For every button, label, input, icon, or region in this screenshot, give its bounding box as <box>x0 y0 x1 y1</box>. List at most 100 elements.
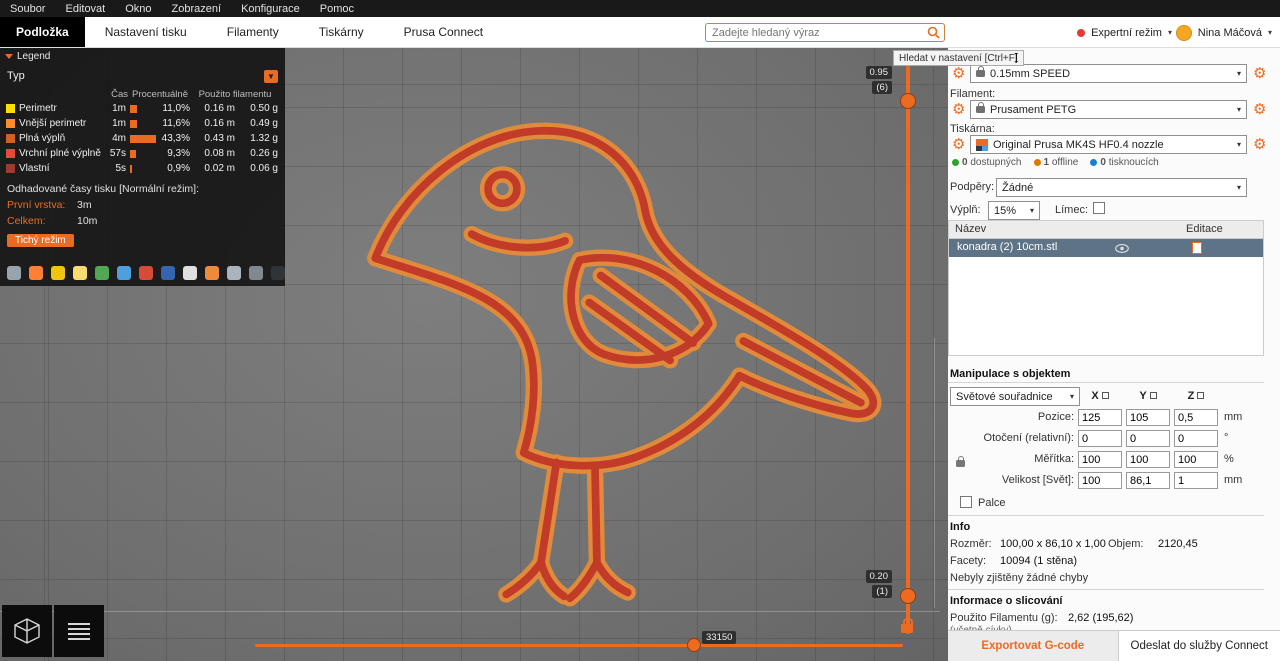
legend-header[interactable]: Legend <box>0 48 285 63</box>
position-z-input[interactable] <box>1174 409 1218 426</box>
lock-icon <box>976 66 985 77</box>
tool-marker-icon[interactable] <box>205 266 219 280</box>
supports-select[interactable]: Žádné ▾ <box>996 178 1247 197</box>
menu-pomoc[interactable]: Pomoc <box>310 3 364 15</box>
user-menu[interactable]: Nina Máčová ▾ <box>1175 17 1272 48</box>
chevron-down-icon: ▾ <box>1167 28 1172 37</box>
filament-edit-gear-icon[interactable]: ⚙ <box>1253 102 1266 117</box>
type-label: Typ <box>7 70 25 82</box>
color-changes-icon[interactable] <box>117 266 131 280</box>
editor-view-button[interactable] <box>2 605 52 657</box>
size-label: Velikost [Svět]: <box>1001 474 1074 486</box>
size-y-input[interactable] <box>1126 472 1170 489</box>
menu-konfigurace[interactable]: Konfigurace <box>231 3 310 15</box>
wipe-icon[interactable] <box>29 266 43 280</box>
preview-options-bar <box>7 266 285 280</box>
seams-icon[interactable] <box>95 266 109 280</box>
size-x-input[interactable] <box>1078 472 1122 489</box>
silent-mode-toggle[interactable]: Tichý režim <box>7 234 74 247</box>
edit-gcode-icon[interactable] <box>1192 242 1202 254</box>
legend-row[interactable]: Vlastní 5s 0,9% 0.02 m 0.06 g <box>6 161 279 176</box>
feature-color-swatch <box>6 104 15 113</box>
infill-label: Výplň: <box>950 204 981 216</box>
print-profile-select[interactable]: 0.15mm SPEED ▾ <box>970 64 1247 83</box>
print-time-estimates: Odhadované časy tisku [Normální režim]: … <box>0 176 285 227</box>
filament-gear-icon[interactable]: ⚙ <box>952 102 965 117</box>
axis-copy-icon[interactable] <box>1101 392 1109 399</box>
tab-filamenty[interactable]: Filamenty <box>207 17 299 47</box>
search-tooltip: Hledat v nastavení [Ctrl+F] <box>893 50 1024 66</box>
filament-select[interactable]: Prusament PETG ▾ <box>970 100 1247 119</box>
menu-editovat[interactable]: Editovat <box>55 3 115 15</box>
legend-row[interactable]: Vrchní plné výplně 57s 9,3% 0.08 m 0.26 … <box>6 146 279 161</box>
print-settings-gear-icon[interactable]: ⚙ <box>952 66 965 81</box>
position-label: Pozice: <box>1037 411 1074 423</box>
position-x-input[interactable] <box>1078 409 1122 426</box>
menu-okno[interactable]: Okno <box>115 3 161 15</box>
position-y-input[interactable] <box>1126 409 1170 426</box>
layer-slider-top-handle[interactable] <box>900 93 916 109</box>
search-input[interactable] <box>706 26 927 39</box>
pause-prints-icon[interactable] <box>139 266 153 280</box>
status-dot-icon <box>952 159 959 166</box>
feature-color-swatch <box>6 149 15 158</box>
preview-view-button[interactable] <box>54 605 104 657</box>
moves-slider-track[interactable] <box>255 644 903 647</box>
prusaslicer-window: 0.95 (6) 0.20 (1) 33150 Soubor Editovat … <box>0 0 1280 661</box>
layer-slider-bottom-handle[interactable] <box>900 588 916 604</box>
rotation-z-input[interactable] <box>1174 430 1218 447</box>
status-dot-icon <box>1090 159 1098 166</box>
tab-nastaveni-tisku[interactable]: Nastavení tisku <box>85 17 207 47</box>
bed-right-edge <box>934 338 935 608</box>
scale-y-input[interactable] <box>1126 451 1170 468</box>
shells-icon[interactable] <box>183 266 197 280</box>
legend-toggle-icon[interactable] <box>227 266 241 280</box>
errors-info: Nebyly zjištěny žádné chyby <box>950 572 1089 584</box>
menu-soubor[interactable]: Soubor <box>0 3 55 15</box>
search-icon[interactable] <box>927 26 940 39</box>
printer-preview-icon[interactable] <box>271 266 285 280</box>
deretractions-icon[interactable] <box>73 266 87 280</box>
layer-slider-track[interactable] <box>906 58 910 634</box>
size-info-label: Rozměr: <box>950 538 992 550</box>
inches-checkbox[interactable] <box>960 496 972 508</box>
scale-x-input[interactable] <box>1078 451 1122 468</box>
time-estimate-icon[interactable] <box>249 266 263 280</box>
custom-gcode-icon[interactable] <box>161 266 175 280</box>
travel-icon[interactable] <box>7 266 21 280</box>
moves-slider-handle[interactable] <box>687 638 701 652</box>
print-profile-edit-gear-icon[interactable]: ⚙ <box>1253 66 1266 81</box>
retractions-icon[interactable] <box>51 266 65 280</box>
rotation-y-input[interactable] <box>1126 430 1170 447</box>
size-z-input[interactable] <box>1174 472 1218 489</box>
printer-status-row: 0 dostupných 1 offline 0 tisknoucích <box>952 157 1159 168</box>
legend-row[interactable]: Vnější perimetr 1m 11,6% 0.16 m 0.49 g <box>6 116 279 131</box>
export-gcode-button[interactable]: Exportovat G-code <box>948 631 1119 661</box>
printer-edit-gear-icon[interactable]: ⚙ <box>1253 137 1266 152</box>
divider <box>948 515 1264 516</box>
menu-zobrazeni[interactable]: Zobrazení <box>162 3 232 15</box>
printer-gear-icon[interactable]: ⚙ <box>952 137 965 152</box>
legend-row[interactable]: Perimetr 1m 11,0% 0.16 m 0.50 g <box>6 101 279 116</box>
coordinates-select[interactable]: Světové souřadnice ▾ <box>950 387 1080 406</box>
axis-copy-icon[interactable] <box>1197 392 1205 399</box>
object-row[interactable]: konadra (2) 10cm.stl <box>949 239 1263 257</box>
expert-mode-selector[interactable]: Expertní režim ▾ <box>1077 17 1172 48</box>
legend-row[interactable]: Plná výplň 4m 43,3% 0.43 m 1.32 g <box>6 131 279 146</box>
type-dropdown-button[interactable]: ▼ <box>264 69 278 83</box>
eye-icon[interactable] <box>1115 244 1129 253</box>
printer-select[interactable]: Original Prusa MK4S HF0.4 nozzle ▾ <box>970 135 1247 154</box>
tab-tiskarny[interactable]: Tiskárny <box>299 17 384 47</box>
scale-z-input[interactable] <box>1174 451 1218 468</box>
tab-podlozka[interactable]: Podložka <box>0 17 85 47</box>
rotation-x-input[interactable] <box>1078 430 1122 447</box>
axis-copy-icon[interactable] <box>1149 392 1157 399</box>
infill-select[interactable]: 15% ▾ <box>988 201 1040 220</box>
tab-prusa-connect[interactable]: Prusa Connect <box>384 17 503 47</box>
lock-icon <box>976 102 985 113</box>
user-name: Nina Máčová <box>1197 26 1262 39</box>
volume-value: 2120,45 <box>1158 538 1198 550</box>
sliced-model-bird[interactable] <box>358 70 883 615</box>
brim-checkbox[interactable] <box>1093 202 1105 214</box>
send-to-connect-button[interactable]: Odeslat do služby Connect <box>1118 631 1280 661</box>
